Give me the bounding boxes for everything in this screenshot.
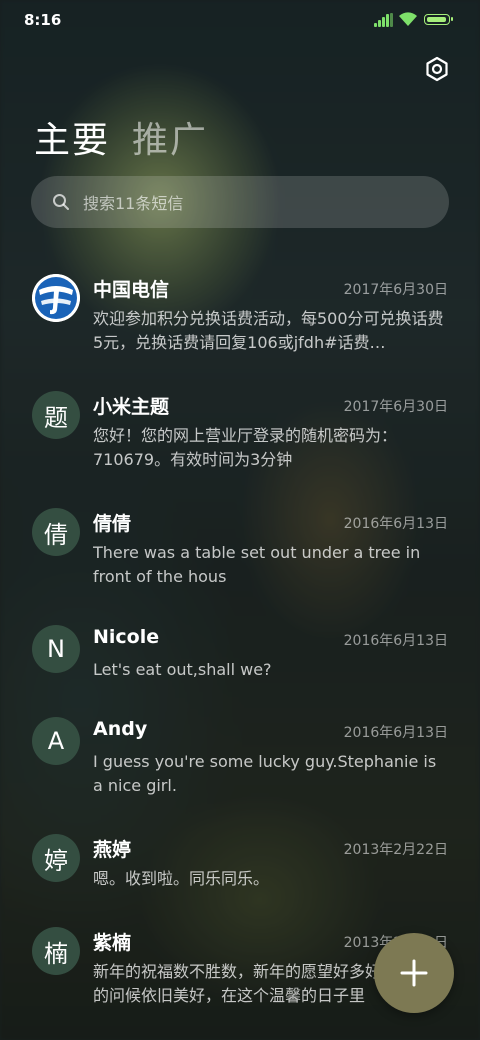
message-preview: 您好！您的网上营业厅登录的随机密码为：710679。有效时间为3分钟	[93, 426, 398, 469]
avatar: A	[32, 717, 80, 765]
messaging-app: 8:16 主要 推广 搜索11条短信 中国电信 2017年6月30日 欢迎参加积…	[0, 0, 480, 1040]
contact-name: Andy	[93, 718, 148, 740]
conversation-item[interactable]: 倩 倩倩 2016年6月13日 There was a table set ou…	[0, 496, 480, 606]
contact-name: 小米主题	[93, 396, 170, 418]
plus-icon	[400, 959, 428, 987]
category-tabs: 主要 推广	[34, 112, 230, 162]
avatar: N	[32, 625, 80, 673]
status-bar: 8:16	[0, 0, 480, 40]
message-preview: 嗯。收到啦。同乐同乐。	[93, 869, 270, 888]
message-date: 2013年2月22日	[343, 842, 448, 858]
search-bar[interactable]: 搜索11条短信	[31, 176, 449, 228]
compose-button[interactable]	[374, 933, 454, 1013]
message-preview: There was a table set out under a tree i…	[93, 543, 421, 586]
settings-hexagon-icon	[426, 56, 448, 82]
message-date: 2016年6月13日	[343, 725, 448, 741]
message-date: 2017年6月30日	[343, 282, 448, 298]
avatar: 题	[32, 391, 80, 439]
avatar: 楠	[32, 927, 80, 975]
message-preview: I guess you're some lucky guy.Stephanie …	[93, 752, 437, 795]
avatar: 倩	[32, 508, 80, 556]
signal-icon	[374, 13, 394, 27]
conversation-item[interactable]: N Nicole 2016年6月13日 Let's eat out,shall …	[0, 613, 480, 698]
conversation-item[interactable]: 婷 燕婷 2013年2月22日 嗯。收到啦。同乐同乐。	[0, 822, 480, 907]
message-preview: 欢迎参加积分兑换话费活动，每500分可兑换话费5元，兑换话费请回复106或jfd…	[93, 309, 444, 352]
battery-icon	[424, 14, 453, 25]
status-time: 8:16	[24, 11, 62, 29]
settings-button[interactable]	[422, 54, 452, 84]
contact-name: 倩倩	[93, 513, 132, 535]
conversation-item[interactable]: 题 小米主题 2017年6月30日 您好！您的网上营业厅登录的随机密码为：710…	[0, 379, 480, 489]
message-date: 2016年6月13日	[343, 633, 448, 649]
tab-promotions[interactable]: 推广	[132, 111, 208, 163]
contact-name: 燕婷	[93, 839, 132, 861]
avatar: 婷	[32, 834, 80, 882]
message-preview: Let's eat out,shall we?	[93, 660, 272, 679]
conversation-item[interactable]: 中国电信 2017年6月30日 欢迎参加积分兑换话费活动，每500分可兑换话费5…	[0, 262, 480, 372]
contact-name: 中国电信	[93, 279, 170, 301]
contact-name: Nicole	[93, 626, 160, 648]
contact-name: 紫楠	[93, 932, 132, 954]
wifi-icon	[399, 12, 417, 26]
message-date: 2016年6月13日	[343, 516, 448, 532]
message-date: 2017年6月30日	[343, 399, 448, 415]
china-telecom-logo-icon	[32, 274, 80, 322]
search-icon	[51, 192, 71, 212]
search-placeholder: 搜索11条短信	[83, 194, 184, 213]
tab-primary[interactable]: 主要	[34, 111, 110, 163]
conversation-item[interactable]: A Andy 2016年6月13日 I guess you're some lu…	[0, 705, 480, 815]
